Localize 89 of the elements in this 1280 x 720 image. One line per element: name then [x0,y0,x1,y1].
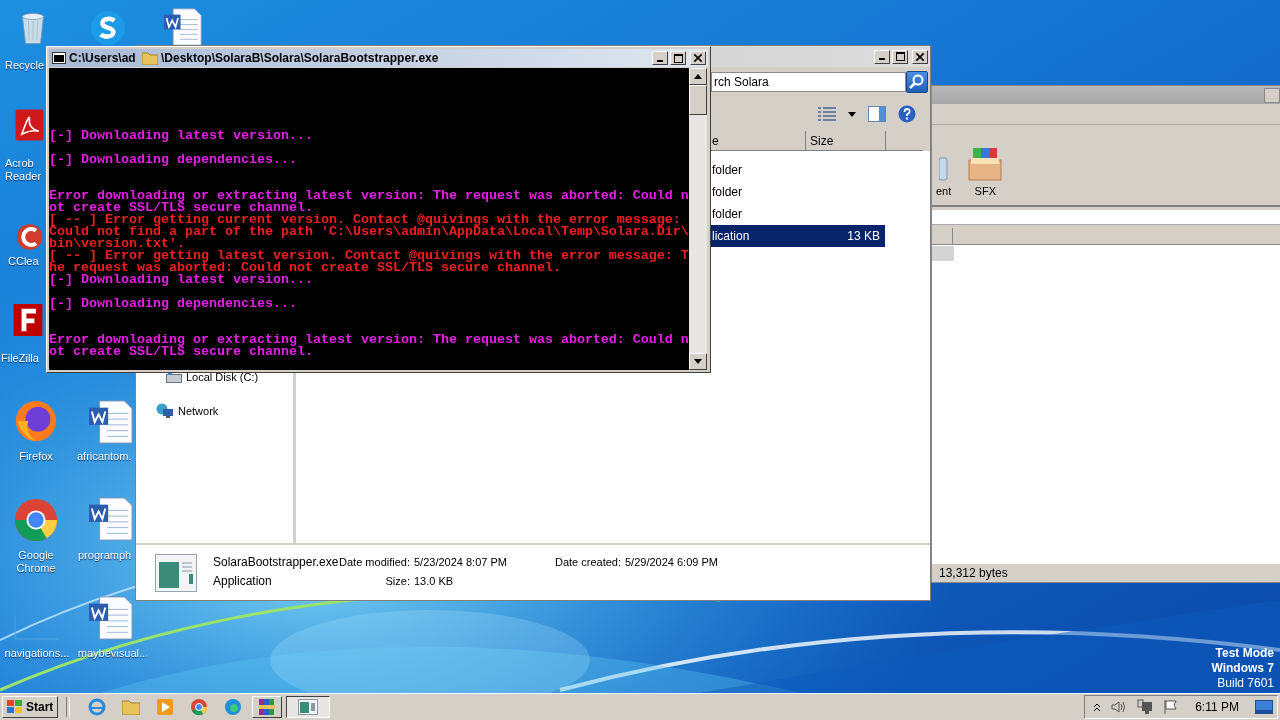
scroll-up-icon[interactable] [694,74,702,79]
folder-icon [122,699,141,715]
sidebar-item[interactable]: Network [156,403,293,419]
word-document-icon[interactable] [88,596,134,640]
folder-icon [142,51,158,65]
desktop-icon-label[interactable]: FileZilla [1,352,46,365]
maximize-icon [895,52,905,61]
address-field[interactable] [932,210,1280,225]
taskbar-button[interactable] [286,696,331,718]
console-line: [-] Downloading latest version... [49,274,314,286]
chrome-icon [190,698,209,716]
file-row[interactable]: folder [710,181,930,203]
word-document-icon[interactable] [88,400,134,444]
detail-value: 5/29/2024 6:09 PM [625,555,718,568]
minimize-icon [879,58,885,60]
word-document-icon[interactable] [88,497,134,541]
maximize-icon [673,53,683,63]
console-line: Error downloading or extracting latest version: The request was aborted: Could n [49,190,689,202]
toolbar-button[interactable]: ent [936,146,952,197]
desktop-icon-label[interactable]: Acrob Reader [5,157,45,183]
windows-logo-icon [7,700,23,714]
view-list-icon[interactable] [818,107,836,121]
network-icon [156,403,174,419]
start-button[interactable]: Start [2,696,59,718]
sidebar-item[interactable]: Local Disk (C:) [166,371,293,383]
application-icon [155,553,197,592]
firefox-icon[interactable] [13,398,59,444]
close-button[interactable] [912,49,928,64]
close-icon [916,52,924,61]
console-line: bin\version.txt'. [49,238,185,250]
file-row[interactable]: lication 13 KB [710,225,930,247]
window-title: \Desktop\SolaraB\Solara\SolaraBootstrapper.exe [161,51,439,65]
maximize-button[interactable] [670,51,686,65]
close-button[interactable] [690,51,706,65]
test-mode-text: Windows 7 [1211,661,1274,676]
console-icon [52,52,66,64]
minimize-button[interactable] [874,49,890,64]
window-title: C:\Users\ad [69,51,137,65]
detail-label: Size: [385,574,411,587]
file-row[interactable]: folder [710,159,930,181]
word-document-icon[interactable] [163,8,203,46]
play-icon [156,698,175,716]
console-line: he request was aborted: Could not create SSL/TLS secure channel. [49,262,562,274]
desktop-icon-label[interactable]: CClea [8,255,46,268]
preview-pane-icon[interactable] [868,106,886,122]
console-line: ot create SSL/TLS secure channel. [49,202,313,214]
status-text: 13,312 bytes [939,566,1008,580]
scroll-down-icon[interactable] [694,359,702,364]
test-mode-text: Test Mode [1215,646,1274,661]
console-line: [ -- ] Error getting latest version. Contact @quivings with the error message: T [49,250,689,262]
test-mode-text: Build 7601 [1217,676,1274,691]
search-button[interactable] [906,71,928,93]
application-icon [298,699,319,715]
file-row[interactable]: folder [710,203,930,225]
chevron-up-icon[interactable] [1093,702,1102,712]
archive-books-icon [258,698,277,716]
search-field[interactable]: rch Solara [711,72,906,92]
desktop-icon-label[interactable]: Recycle [5,59,46,72]
console-line: ot create SSL/TLS secure channel. [49,346,314,358]
scrollbar[interactable] [689,68,707,370]
chrome-icon[interactable] [13,497,59,543]
network-icon[interactable] [1137,699,1154,715]
console-line: Error downloading or extracting latest version: The request was aborted: Could n [49,334,689,346]
maximize-button[interactable] [892,49,908,64]
console-line: [-] Downloading dependencies... [49,298,298,310]
search-icon [909,74,925,90]
s-logo-icon[interactable] [90,10,126,46]
minimize-icon [657,59,663,62]
detail-label: Date created: [554,555,622,568]
speaker-icon[interactable] [1111,700,1128,714]
detail-value: 13.0 KB [414,574,455,587]
flag-icon[interactable] [1163,699,1180,715]
console-line: [-] Downloading latest version... [49,130,314,142]
file-type: Application [213,573,273,588]
minimize-button[interactable] [652,51,668,65]
column-header[interactable]: Size [805,131,885,151]
console-line: Could not find a part of the path 'C:\Users\admin\AppData\Local\Temp\Solara.Dir\ [49,226,689,238]
help-icon[interactable] [898,105,916,123]
detail-value: 5/23/2024 8:07 PM [414,555,508,568]
scroll-thumb[interactable] [689,85,707,115]
clock[interactable]: 6:11 PM [1195,700,1239,714]
edge-icon [224,698,243,716]
console-line: [ -- ] Error getting current version. Contact @quivings with the error message: [49,214,681,226]
dropdown-caret-icon[interactable] [848,111,856,117]
browser-e-icon [88,698,107,716]
console-line: [-] Downloading dependencies... [49,154,298,166]
detail-label: Date modified: [339,555,411,568]
close-icon [694,54,702,62]
toolbar-button[interactable]: SFX [965,146,1006,197]
